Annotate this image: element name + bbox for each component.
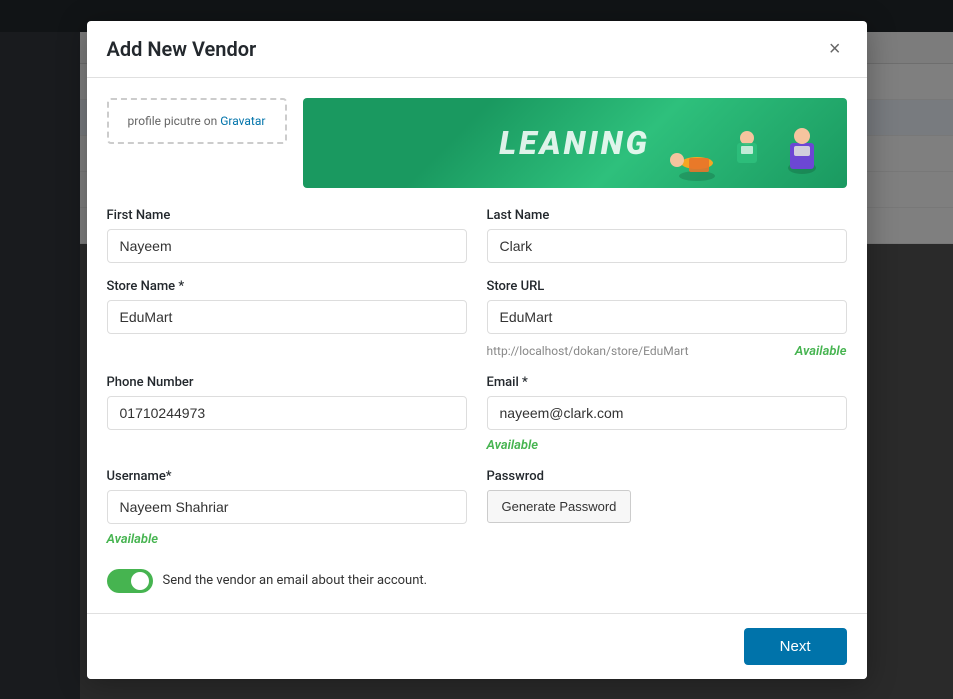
store-url-label: Store URL bbox=[487, 279, 847, 294]
modal-footer: Next bbox=[87, 613, 867, 679]
password-label: Passwrod bbox=[487, 469, 847, 484]
email-status: Available bbox=[487, 438, 847, 453]
banner-illustration bbox=[647, 108, 847, 188]
first-name-input[interactable] bbox=[107, 229, 467, 263]
phone-label: Phone Number bbox=[107, 375, 467, 390]
email-toggle[interactable] bbox=[107, 569, 153, 593]
phone-group: Phone Number bbox=[107, 375, 467, 453]
store-url-hint: http://localhost/dokan/store/EduMart bbox=[487, 344, 689, 358]
modal-header: Add New Vendor × bbox=[87, 21, 867, 78]
first-name-label: First Name bbox=[107, 208, 467, 223]
last-name-group: Last Name bbox=[487, 208, 847, 263]
store-url-meta: http://localhost/dokan/store/EduMart Ava… bbox=[487, 342, 847, 359]
profile-section: profile picutre on Gravatar LEANING bbox=[107, 98, 847, 188]
modal-backdrop: Add New Vendor × profile picutre on Grav… bbox=[0, 0, 953, 699]
modal-close-button[interactable]: × bbox=[823, 37, 847, 61]
first-name-group: First Name bbox=[107, 208, 467, 263]
password-group: Passwrod Generate Password bbox=[487, 469, 847, 547]
last-name-input[interactable] bbox=[487, 229, 847, 263]
profile-upload-text: profile picutre on bbox=[128, 114, 218, 128]
banner-text: LEANING bbox=[499, 124, 649, 162]
gravatar-link[interactable]: Gravatar bbox=[220, 114, 265, 128]
email-toggle-row: Send the vendor an email about their acc… bbox=[107, 569, 847, 593]
email-group: Email * Available bbox=[487, 375, 847, 453]
toggle-slider bbox=[107, 569, 153, 593]
username-label: Username* bbox=[107, 469, 467, 484]
next-button[interactable]: Next bbox=[744, 628, 847, 665]
email-input[interactable] bbox=[487, 396, 847, 430]
profile-banner: LEANING bbox=[303, 98, 847, 188]
modal-title: Add New Vendor bbox=[107, 37, 257, 61]
phone-input[interactable] bbox=[107, 396, 467, 430]
modal-body: profile picutre on Gravatar LEANING bbox=[87, 78, 867, 613]
store-name-label: Store Name * bbox=[107, 279, 467, 294]
username-group: Username* Available bbox=[107, 469, 467, 547]
email-label: Email * bbox=[487, 375, 847, 390]
email-toggle-label: Send the vendor an email about their acc… bbox=[163, 573, 428, 588]
store-url-input[interactable] bbox=[487, 300, 847, 334]
store-url-status: Available bbox=[795, 344, 847, 359]
last-name-label: Last Name bbox=[487, 208, 847, 223]
store-name-group: Store Name * bbox=[107, 279, 467, 359]
form-grid: First Name Last Name Store Name * Store … bbox=[107, 208, 847, 593]
username-status: Available bbox=[107, 532, 467, 547]
store-url-group: Store URL http://localhost/dokan/store/E… bbox=[487, 279, 847, 359]
profile-upload-box: profile picutre on Gravatar bbox=[107, 98, 287, 144]
add-vendor-modal: Add New Vendor × profile picutre on Grav… bbox=[87, 21, 867, 679]
generate-password-button[interactable]: Generate Password bbox=[487, 490, 632, 523]
store-name-input[interactable] bbox=[107, 300, 467, 334]
username-input[interactable] bbox=[107, 490, 467, 524]
